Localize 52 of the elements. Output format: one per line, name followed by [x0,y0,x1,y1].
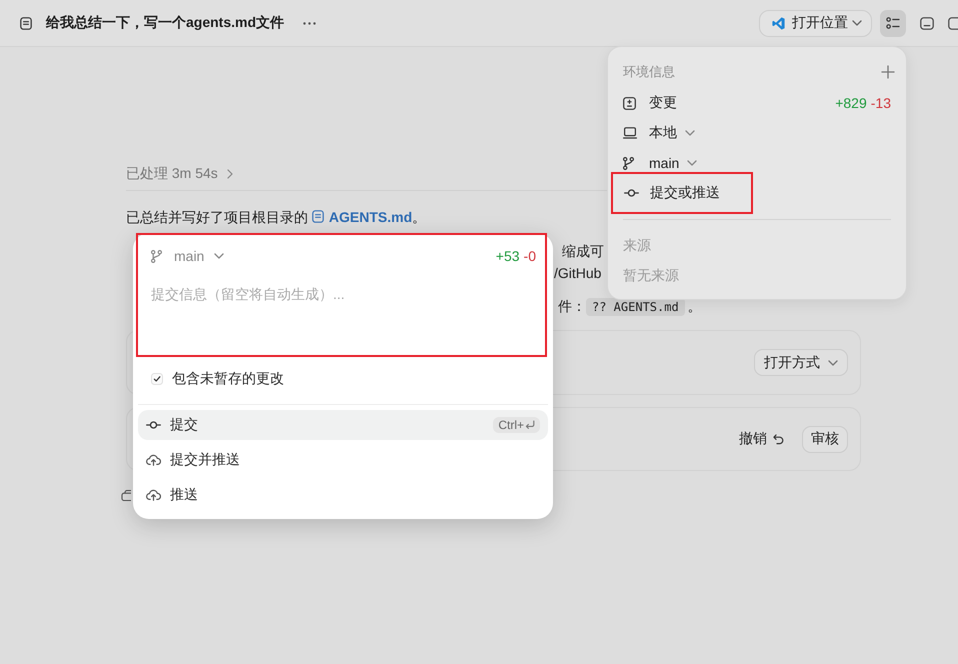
laptop-icon [623,127,637,139]
toolbar-button[interactable] [880,10,906,36]
more-icon [303,22,316,24]
chevron-right-icon [226,169,233,179]
branch-icon [623,156,634,170]
code-editor-icon [772,16,785,30]
removed-count: -13 [870,95,891,111]
cloud-upload-icon [146,489,161,501]
panel-icon [920,16,934,30]
copy-icon [121,490,131,501]
environment-menu-item[interactable]: 本地 [623,118,891,148]
diff-icon [623,96,636,110]
review-button[interactable]: 审核 [802,426,848,452]
shortcut-text: Ctrl+ [498,418,524,432]
paragraph-text: 缩成可 [562,242,604,260]
file-link[interactable]: AGENTS.md [312,209,412,225]
window-icon [948,16,958,30]
paragraph-text: 件： [558,298,586,316]
menu-item[interactable]: 提交 Ctrl+ [138,410,548,440]
document-icon [20,16,32,30]
file-icon [312,210,324,223]
section-heading: 来源 [623,236,652,255]
chevron-down-icon [214,253,224,259]
paragraph-text: 。 [688,298,702,316]
branch-icon [151,250,162,262]
commit-message-field[interactable]: 提交信息（留空将自动生成）... [151,282,536,348]
undo-icon [773,434,784,444]
undo-button[interactable]: 撤销 [739,430,784,448]
enter-key-icon [525,420,535,430]
empty-state-text: 暂无来源 [623,266,680,285]
menu-item[interactable]: 推送 [138,480,548,510]
environment-menu-item[interactable]: main [623,148,891,178]
added-count: +829 [835,95,867,111]
paragraph-text: /GitHub [554,264,602,280]
add-icon [881,65,895,79]
environment-menu-item[interactable]: 提交或推送 [624,178,720,208]
commit-icon [146,421,161,429]
added-count: +53 [496,248,520,264]
conversation-title: 给我总结一下，写一个agents.md文件 [46,14,284,32]
list-icon [886,16,900,30]
environment-menu-item[interactable]: 变更 +829 -13 [623,88,891,118]
checkbox-label: 包含未暂存的更改 [172,370,284,388]
menu-item[interactable]: 提交并推送 [138,445,548,475]
checkbox[interactable] [151,373,163,385]
panel-heading: 环境信息 [623,63,675,81]
chevron-down-icon [828,360,838,366]
open-with-button[interactable]: 打开方式 [754,349,848,376]
open-location-button[interactable]: 打开位置 [759,10,872,36]
commit-icon [624,189,639,197]
cloud-upload-icon [146,454,161,466]
chevron-down-icon [852,20,862,26]
removed-count: -0 [524,248,536,264]
